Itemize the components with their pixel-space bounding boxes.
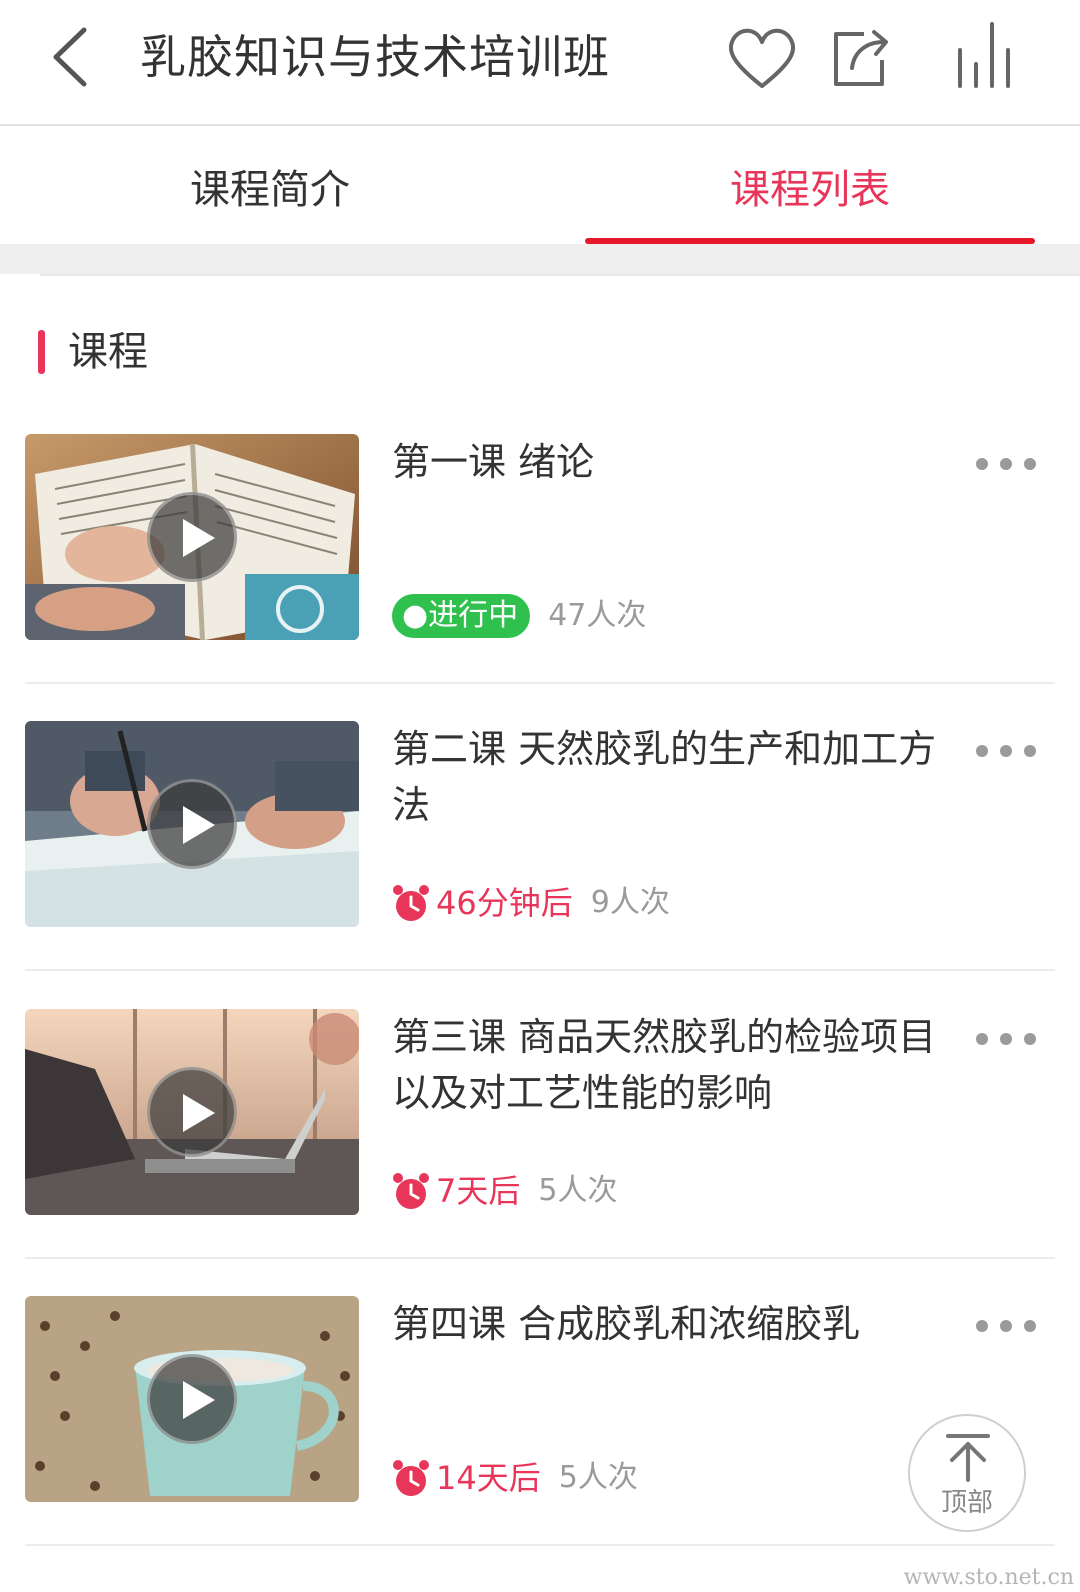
- start-time: 14天后: [436, 1459, 541, 1497]
- divider: [25, 1257, 1055, 1259]
- view-count: 5人次: [558, 1460, 638, 1495]
- watermark: www.sto.net.cn: [903, 1565, 1074, 1590]
- more-options-button[interactable]: [976, 1316, 1046, 1336]
- more-dots-icon: [1024, 745, 1036, 757]
- chevron-left-icon: [53, 27, 87, 87]
- divider: [25, 682, 1055, 684]
- lesson-thumbnail[interactable]: [25, 721, 359, 927]
- section-accent-bar: [38, 330, 45, 374]
- lesson-title: 第四课 合成胶乳和浓缩胶乳: [392, 1302, 861, 1346]
- tab-intro[interactable]: 课程简介: [0, 128, 540, 244]
- lesson-meta: 14天后 5人次: [392, 1456, 638, 1500]
- share-button[interactable]: [824, 20, 900, 96]
- page: 乳胶知识与技术培训班 课程简介 课程列表 课程 第一课 绪论 ●进行中 47人次…: [0, 0, 1080, 1592]
- view-count: 47人次: [548, 598, 647, 633]
- divider: [40, 274, 1080, 276]
- back-button[interactable]: [44, 22, 104, 92]
- play-button[interactable]: [147, 492, 237, 582]
- lesson-thumbnail[interactable]: [25, 1009, 359, 1215]
- more-dots-icon: [1024, 458, 1036, 470]
- lesson-item[interactable]: 第一课 绪论 ●进行中 47人次: [0, 434, 1080, 722]
- arrow-up-icon: [946, 1434, 990, 1482]
- section-gap: [0, 244, 1080, 274]
- start-time: 46分钟后: [436, 884, 573, 922]
- stats-button[interactable]: [948, 20, 1024, 96]
- lesson-title: 第三课 商品天然胶乳的检验项目以及对工艺性能的影响: [392, 1015, 937, 1115]
- more-dots-icon: [1000, 745, 1012, 757]
- lesson-meta: 46分钟后 9人次: [392, 881, 670, 925]
- alarm-clock-icon: [393, 1173, 429, 1209]
- more-options-button[interactable]: [976, 741, 1046, 761]
- heart-icon: [728, 28, 796, 88]
- more-dots-icon: [1000, 1033, 1012, 1045]
- play-icon: [183, 519, 215, 557]
- back-to-top-button[interactable]: 顶部: [908, 1414, 1026, 1532]
- more-dots-icon: [976, 1320, 988, 1332]
- view-count: 5人次: [538, 1173, 618, 1208]
- view-count: 9人次: [590, 885, 670, 920]
- lesson-title: 第二课 天然胶乳的生产和加工方法: [392, 727, 937, 827]
- lesson-thumbnail[interactable]: [25, 1296, 359, 1502]
- more-options-button[interactable]: [976, 454, 1046, 474]
- section-title: 课程: [68, 329, 148, 375]
- share-icon: [834, 30, 888, 86]
- more-options-button[interactable]: [976, 1029, 1046, 1049]
- favorite-button[interactable]: [724, 20, 800, 96]
- more-dots-icon: [976, 1033, 988, 1045]
- more-dots-icon: [1024, 1033, 1036, 1045]
- back-to-top-label: 顶部: [940, 1488, 993, 1518]
- status-badge: ●进行中: [392, 594, 531, 638]
- more-dots-icon: [1000, 458, 1012, 470]
- play-icon: [183, 806, 215, 844]
- page-title: 乳胶知识与技术培训班: [140, 30, 610, 84]
- tab-bar: 课程简介 课程列表: [0, 128, 1080, 244]
- more-dots-icon: [976, 745, 988, 757]
- lesson-thumbnail[interactable]: [25, 434, 359, 640]
- lesson-item[interactable]: 第二课 天然胶乳的生产和加工方法 46分钟后 9人次: [0, 721, 1080, 1009]
- lesson-meta: 7天后 5人次: [392, 1169, 617, 1213]
- more-dots-icon: [1024, 1320, 1036, 1332]
- app-header: 乳胶知识与技术培训班: [0, 0, 1080, 126]
- play-icon: [183, 1094, 215, 1132]
- alarm-clock-icon: [393, 885, 429, 921]
- divider: [25, 969, 1055, 971]
- start-time: 7天后: [436, 1172, 521, 1210]
- divider: [25, 1544, 1055, 1546]
- play-button[interactable]: [147, 1067, 237, 1157]
- lesson-meta: ●进行中 47人次: [392, 594, 646, 638]
- play-button[interactable]: [147, 1354, 237, 1444]
- play-button[interactable]: [147, 779, 237, 869]
- tab-list[interactable]: 课程列表: [540, 128, 1080, 244]
- lesson-item[interactable]: 第三课 商品天然胶乳的检验项目以及对工艺性能的影响 7天后 5人次: [0, 1009, 1080, 1297]
- lesson-title: 第一课 绪论: [392, 440, 595, 484]
- play-icon: [183, 1381, 215, 1419]
- bar-chart-icon: [958, 22, 1010, 88]
- more-dots-icon: [976, 458, 988, 470]
- alarm-clock-icon: [393, 1460, 429, 1496]
- more-dots-icon: [1000, 1320, 1012, 1332]
